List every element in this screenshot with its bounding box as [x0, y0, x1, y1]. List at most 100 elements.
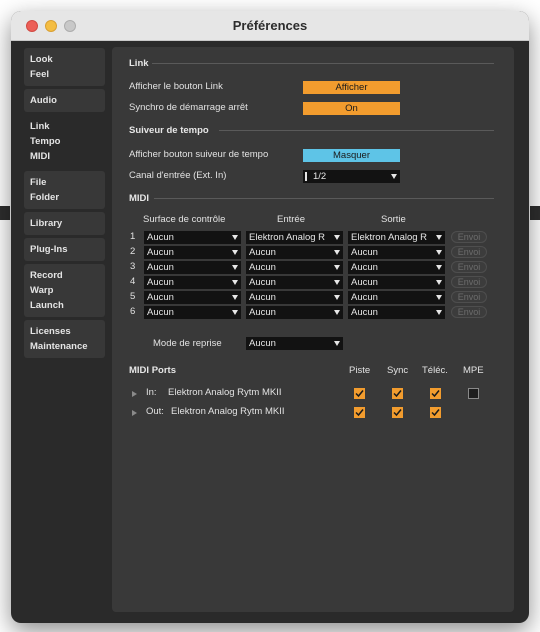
midi-input-value: Aucun: [249, 292, 276, 303]
midi-row-number: 1: [130, 231, 136, 242]
input-channel-dropdown[interactable]: 1/2: [303, 170, 400, 183]
column-header-track: Piste: [349, 365, 371, 376]
midi-output-dropdown[interactable]: Elektron Analog R: [348, 231, 445, 244]
control-surface-dropdown[interactable]: Aucun: [144, 231, 241, 244]
midi-input-value: Aucun: [249, 277, 276, 288]
midi-input-dropdown[interactable]: Aucun: [246, 246, 343, 259]
track-in-checkbox[interactable]: [354, 388, 365, 399]
control-surface-value: Aucun: [147, 292, 174, 303]
midi-input-value: Elektron Analog R: [249, 232, 326, 243]
midi-input-dropdown[interactable]: Elektron Analog R: [246, 231, 343, 244]
sidebar-item-link-tempo-midi[interactable]: Link Tempo MIDI: [24, 115, 105, 168]
sidebar-item-record-warp-launch[interactable]: Record Warp Launch: [24, 264, 105, 317]
midi-row-number: 5: [130, 291, 136, 302]
start-stop-sync-toggle[interactable]: On: [303, 102, 400, 115]
sidebar-item-label: Maintenance: [30, 341, 88, 352]
channel-level-marker: [305, 172, 307, 181]
remote-in-checkbox[interactable]: [430, 388, 441, 399]
show-tempo-follower-label: Afficher bouton suiveur de tempo: [129, 149, 269, 160]
column-header-remote: Téléc.: [422, 365, 448, 376]
section-divider: [219, 130, 494, 131]
takeover-mode-label: Mode de reprise: [153, 338, 222, 349]
sidebar-item-licenses-maintenance[interactable]: Licenses Maintenance: [24, 320, 105, 358]
preferences-window: Préférences Look Feel Audio Link Tempo M…: [11, 11, 529, 623]
send-button[interactable]: Envoi: [451, 306, 487, 318]
sidebar-item-look-feel[interactable]: Look Feel: [24, 48, 105, 86]
input-channel-value: 1/2: [313, 171, 327, 182]
send-button[interactable]: Envoi: [451, 246, 487, 258]
chevron-down-icon: [391, 174, 397, 179]
sidebar-item-audio[interactable]: Audio: [24, 89, 105, 112]
chevron-down-icon: [334, 295, 340, 300]
midi-input-dropdown[interactable]: Aucun: [246, 261, 343, 274]
chevron-down-icon: [232, 295, 238, 300]
show-link-button-toggle[interactable]: Afficher: [303, 81, 400, 94]
sync-out-checkbox[interactable]: [392, 407, 403, 418]
midi-output-dropdown[interactable]: Aucun: [348, 306, 445, 319]
sidebar-item-label: Tempo: [30, 136, 61, 147]
sidebar-item-label: Folder: [30, 192, 60, 203]
control-surface-dropdown[interactable]: Aucun: [144, 276, 241, 289]
sidebar-item-library[interactable]: Library: [24, 212, 105, 235]
control-surface-dropdown[interactable]: Aucun: [144, 261, 241, 274]
midi-input-value: Aucun: [249, 247, 276, 258]
section-title-tempo-follower: Suiveur de tempo: [129, 125, 209, 136]
chevron-down-icon: [232, 280, 238, 285]
chevron-down-icon: [232, 310, 238, 315]
sidebar-item-label: Plug-Ins: [30, 244, 68, 255]
section-title-midi: MIDI: [129, 193, 150, 204]
control-surface-value: Aucun: [147, 277, 174, 288]
midi-input-value: Aucun: [249, 262, 276, 273]
midi-output-value: Aucun: [351, 277, 378, 288]
midi-output-dropdown[interactable]: Aucun: [348, 291, 445, 304]
start-stop-sync-label: Synchro de démarrage arrêt: [129, 102, 248, 113]
midi-output-dropdown[interactable]: Aucun: [348, 276, 445, 289]
send-button[interactable]: Envoi: [451, 261, 487, 273]
section-divider: [152, 63, 494, 64]
midi-output-value: Aucun: [351, 262, 378, 273]
remote-out-checkbox[interactable]: [430, 407, 441, 418]
chevron-down-icon: [334, 310, 340, 315]
expand-port-in-icon[interactable]: [132, 391, 137, 397]
expand-port-out-icon[interactable]: [132, 410, 137, 416]
sidebar-item-label: Record: [30, 270, 63, 281]
control-surface-dropdown[interactable]: Aucun: [144, 246, 241, 259]
chevron-down-icon: [334, 235, 340, 240]
control-surface-dropdown[interactable]: Aucun: [144, 306, 241, 319]
midi-row-number: 6: [130, 306, 136, 317]
column-header-output: Sortie: [381, 214, 406, 225]
midi-input-dropdown[interactable]: Aucun: [246, 291, 343, 304]
mpe-in-checkbox[interactable]: [468, 388, 479, 399]
control-surface-value: Aucun: [147, 247, 174, 258]
send-button[interactable]: Envoi: [451, 291, 487, 303]
sync-in-checkbox[interactable]: [392, 388, 403, 399]
control-surface-dropdown[interactable]: Aucun: [144, 291, 241, 304]
chevron-down-icon: [232, 250, 238, 255]
sidebar-item-label: MIDI: [30, 151, 51, 162]
send-button[interactable]: Envoi: [451, 276, 487, 288]
chevron-down-icon: [232, 235, 238, 240]
chevron-down-icon: [436, 250, 442, 255]
preferences-content: Link Afficher le bouton Link Afficher Sy…: [112, 47, 514, 612]
takeover-mode-value: Aucun: [249, 338, 276, 349]
chevron-down-icon: [436, 295, 442, 300]
chevron-down-icon: [436, 280, 442, 285]
track-out-checkbox[interactable]: [354, 407, 365, 418]
send-button[interactable]: Envoi: [451, 231, 487, 243]
sidebar-item-label: Link: [30, 121, 50, 132]
chevron-down-icon: [436, 265, 442, 270]
sidebar-item-file-folder[interactable]: File Folder: [24, 171, 105, 209]
port-direction-out: Out:: [146, 406, 164, 417]
sidebar-item-label: Look: [30, 54, 53, 65]
midi-output-value: Aucun: [351, 247, 378, 258]
midi-input-dropdown[interactable]: Aucun: [246, 276, 343, 289]
sidebar-item-plug-ins[interactable]: Plug-Ins: [24, 238, 105, 261]
chevron-down-icon: [334, 341, 340, 346]
midi-output-dropdown[interactable]: Aucun: [348, 246, 445, 259]
control-surface-value: Aucun: [147, 307, 174, 318]
midi-output-dropdown[interactable]: Aucun: [348, 261, 445, 274]
takeover-mode-dropdown[interactable]: Aucun: [246, 337, 343, 350]
midi-input-dropdown[interactable]: Aucun: [246, 306, 343, 319]
midi-row-number: 3: [130, 261, 136, 272]
show-tempo-follower-toggle[interactable]: Masquer: [303, 149, 400, 162]
